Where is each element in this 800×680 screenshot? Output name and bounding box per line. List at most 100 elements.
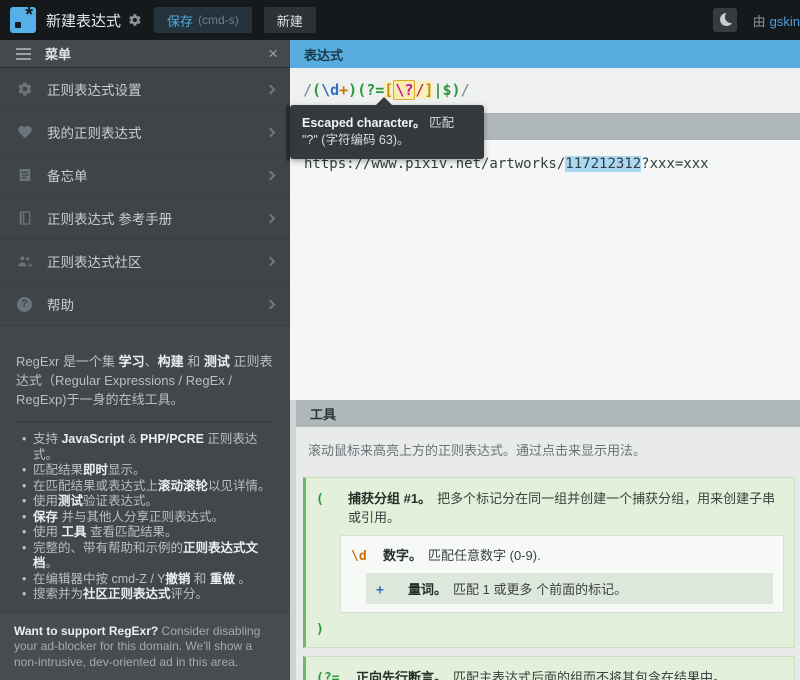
menu-list-icon xyxy=(16,48,31,60)
list-item: 在匹配结果或表达式上滚动滚轮以见详情。 xyxy=(22,479,280,495)
logo-dot xyxy=(15,22,21,28)
token-glyph: \d xyxy=(351,549,373,564)
ad-notice-title: Want to support RegExr? xyxy=(14,624,158,638)
sidebar-item-label: 帮助 xyxy=(47,294,74,314)
explain-row-digit[interactable]: \d 数字。匹配任意数字 (0-9). xyxy=(351,542,773,567)
tools-scrollbar-track[interactable] xyxy=(290,400,296,680)
regex-token: / xyxy=(461,81,470,99)
credit-text: 由 gskin xyxy=(753,11,800,30)
save-shortcut-hint: (cmd-s) xyxy=(198,13,239,27)
sidebar-divider xyxy=(16,421,274,422)
menu-title: 菜单 xyxy=(45,44,71,63)
credit-link[interactable]: gskin xyxy=(770,14,800,29)
explain-row-quantifier[interactable]: + 量词。匹配 1 或更多 个前面的标记。 xyxy=(366,573,773,604)
explain-digit-block[interactable]: \d 数字。匹配任意数字 (0-9). + 量词。匹配 1 或更多 个前面的标记… xyxy=(340,535,784,613)
regex-token: ) xyxy=(452,81,461,99)
explain-row-group-open[interactable]: ( 捕获分组 #1。把多个标记分在同一组并创建一个捕获分组，用来创建子串或引用。 xyxy=(316,485,784,529)
page-title: 新建表达式 xyxy=(46,10,121,31)
token-tooltip: Escaped character。 匹配 "?" (字符编码 63)。 xyxy=(290,105,484,159)
regexr-logo-icon[interactable]: * xyxy=(10,7,36,33)
list-item: 支持 JavaScript & PHP/PCRE 正则表达式。 xyxy=(22,432,280,463)
intro-seg: 学习 xyxy=(119,354,145,369)
chevron-right-icon xyxy=(266,84,276,94)
chevron-right-icon xyxy=(266,256,276,266)
match-highlight: 117212312 xyxy=(565,156,641,172)
text-after-match: ?xxx=xxx xyxy=(641,156,708,172)
explain-group-block[interactable]: ( 捕获分组 #1。把多个标记分在同一组并创建一个捕获分组，用来创建子串或引用。… xyxy=(303,477,795,648)
list-item: 搜索并为社区正则表达式评分。 xyxy=(22,587,280,603)
list-item: 保存 并与其他人分享正则表达式。 xyxy=(22,510,280,526)
list-item: 使用测试验证表达式。 xyxy=(22,494,280,510)
new-button-label: 新建 xyxy=(277,11,303,30)
sidebar-item-my-patterns[interactable]: 我的正则表达式 xyxy=(0,111,290,154)
book-icon xyxy=(16,210,33,227)
chevron-right-icon xyxy=(266,213,276,223)
row-term: 捕获分组 #1。 xyxy=(348,491,431,506)
list-item: 在编辑器中按 cmd-Z / Y撤销 和 重做 。 xyxy=(22,572,280,588)
sidebar-item-label: 我的正则表达式 xyxy=(47,122,142,142)
sidebar-item-label: 备忘单 xyxy=(47,165,88,185)
sidebar-item-label: 正则表达式 参考手册 xyxy=(47,208,172,228)
row-desc: 匹配主表达式后面的组而不将其包含在结果中。 xyxy=(453,670,726,680)
token-glyph: ) xyxy=(316,622,338,637)
list-item: 完整的、带有帮助和示例的正则表达式文档。 xyxy=(22,541,280,572)
new-button[interactable]: 新建 xyxy=(264,7,316,33)
explain-row-lookahead[interactable]: (?= 正向先行断言。匹配主表达式后面的组而不将其包含在结果中。 xyxy=(316,664,784,680)
row-term: 数字。 xyxy=(383,548,422,563)
credit-prefix: 由 xyxy=(753,14,766,29)
heart-icon xyxy=(16,124,33,141)
chevron-right-icon xyxy=(266,127,276,137)
row-term: 正向先行断言。 xyxy=(356,670,447,680)
sidebar-item-community[interactable]: 正则表达式社区 xyxy=(0,240,290,283)
tools-header-label: 工具 xyxy=(310,404,336,423)
intro-seg: 构建 xyxy=(158,354,184,369)
moon-icon xyxy=(720,13,733,26)
regex-token: ) xyxy=(348,81,357,99)
sidebar-item-help[interactable]: ? 帮助 xyxy=(0,283,290,326)
list-item: 匹配结果即时显示。 xyxy=(22,463,280,479)
tools-panel: 滚动鼠标来高亮上方的正则表达式。通过点击来显示用法。 ( 捕获分组 #1。把多个… xyxy=(290,427,800,680)
intro-seg: 和 xyxy=(184,354,204,369)
regex-token-hovered: \? xyxy=(393,80,415,100)
ad-notice: Want to support RegExr? Consider disabli… xyxy=(0,614,290,680)
row-desc: 匹配 1 或更多 个前面的标记。 xyxy=(453,582,627,597)
row-desc: 匹配任意数字 (0-9). xyxy=(428,548,541,563)
community-icon xyxy=(16,253,33,270)
sidebar-item-reference[interactable]: 正则表达式 参考手册 xyxy=(0,197,290,240)
main-panel: 表达式 /(\d+)(?=[\?/]|$)/ https://www.pixiv… xyxy=(290,40,800,680)
regex-token: ( xyxy=(312,81,321,99)
gear-icon xyxy=(16,81,33,98)
title-gear-icon[interactable] xyxy=(128,13,142,27)
sidebar-intro: RegExr 是一个集 学习、构建 和 测试 正则表达式（Regular Exp… xyxy=(0,326,290,409)
regexr-app: * 新建表达式 保存 (cmd-s) 新建 由 gskin 菜单 × xyxy=(0,0,800,680)
tooltip-term: Escaped character。 xyxy=(302,116,426,130)
feature-list: 支持 JavaScript & PHP/PCRE 正则表达式。 匹配结果即时显示… xyxy=(0,432,290,603)
text-input[interactable]: https://www.pixiv.net/artworks/117212312… xyxy=(290,140,800,400)
top-bar: * 新建表达式 保存 (cmd-s) 新建 由 gskin xyxy=(0,0,800,40)
regex-token: / xyxy=(303,81,312,99)
intro-seg: 、 xyxy=(145,354,158,369)
sidebar-item-label: 正则表达式社区 xyxy=(47,251,142,271)
save-button[interactable]: 保存 (cmd-s) xyxy=(154,7,252,33)
topbar-right: 由 gskin xyxy=(713,8,800,32)
explain-lookahead-block[interactable]: (?= 正向先行断言。匹配主表达式后面的组而不将其包含在结果中。 [ 字符集。匹… xyxy=(303,656,795,680)
close-icon[interactable]: × xyxy=(268,45,278,62)
sidebar-item-cheatsheet[interactable]: 备忘单 xyxy=(0,154,290,197)
sidebar-item-label: 正则表达式设置 xyxy=(47,79,142,99)
sidebar-item-settings[interactable]: 正则表达式设置 xyxy=(0,68,290,111)
regex-token: + xyxy=(339,81,348,99)
menu-header: 菜单 × xyxy=(0,40,290,68)
dark-mode-toggle[interactable] xyxy=(713,8,737,32)
help-icon: ? xyxy=(16,296,33,313)
regex-token: $ xyxy=(442,81,451,99)
explain-row-group-close[interactable]: ) xyxy=(316,619,784,640)
chevron-right-icon xyxy=(266,299,276,309)
tools-header: 工具 xyxy=(290,400,800,427)
regex-token: \d xyxy=(321,81,339,99)
token-glyph: + xyxy=(376,583,398,598)
tooltip-arrow xyxy=(376,97,392,105)
chevron-right-icon xyxy=(266,170,276,180)
intro-seg: RegExr 是一个集 xyxy=(16,354,119,369)
expression-header: 表达式 xyxy=(290,40,800,68)
save-button-label: 保存 xyxy=(167,11,193,30)
